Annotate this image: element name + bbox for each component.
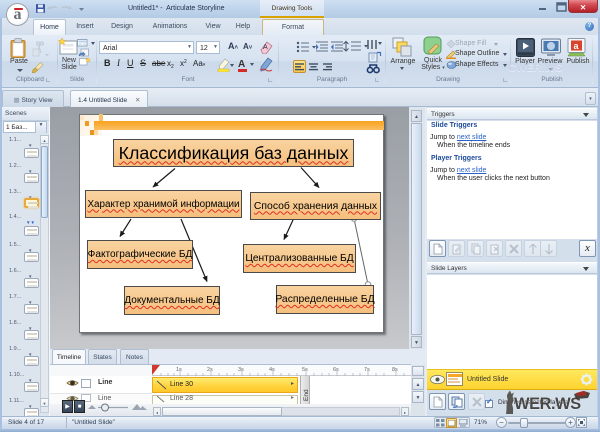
svg-text:End: End (303, 389, 310, 401)
svg-text:A: A (263, 44, 268, 51)
svg-text:7s: 7s (364, 367, 370, 373)
svg-text:8s: 8s (392, 367, 398, 373)
svg-text:WER.WS: WER.WS (514, 395, 581, 413)
svg-text:4s: 4s (269, 367, 275, 373)
svg-text:A: A (238, 59, 245, 70)
svg-text:1s: 1s (176, 367, 182, 373)
svg-text:2s: 2s (207, 367, 213, 373)
svg-text:3s: 3s (238, 367, 244, 373)
svg-text:6s: 6s (333, 367, 339, 373)
svg-text:5s: 5s (302, 367, 308, 373)
